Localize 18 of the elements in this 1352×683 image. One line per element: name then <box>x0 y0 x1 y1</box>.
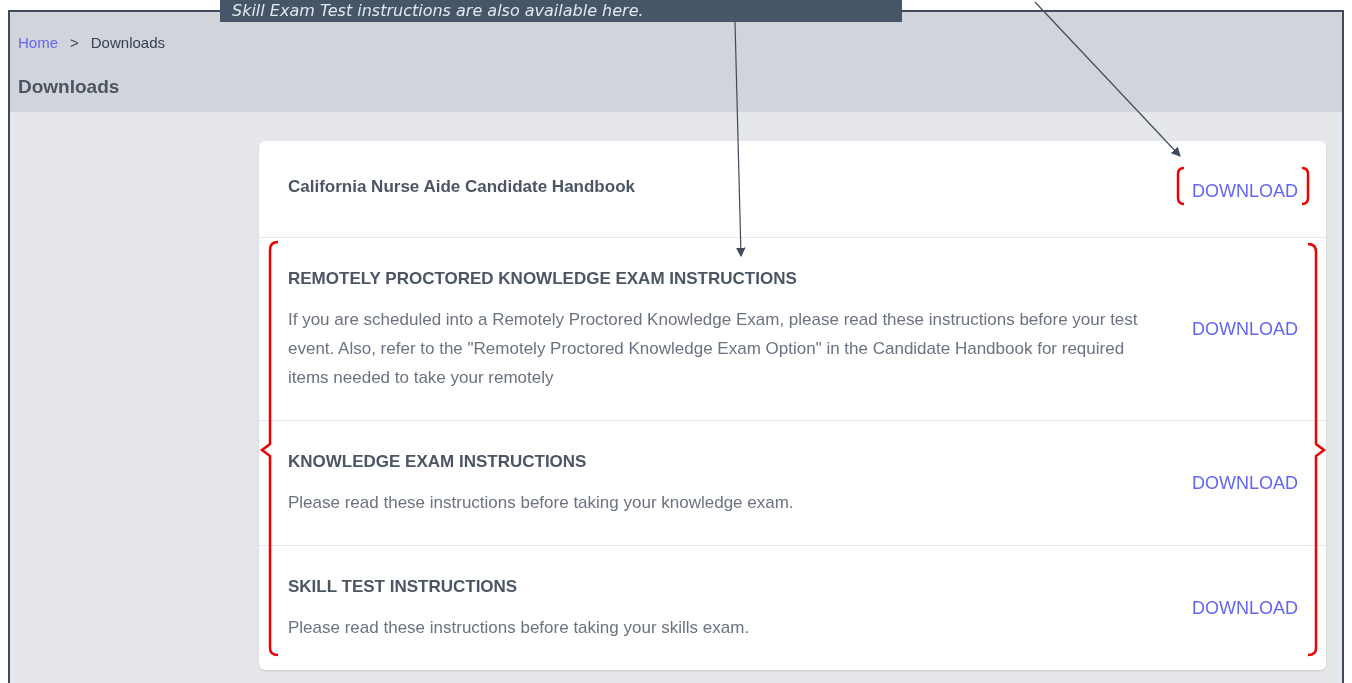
section-description: If you are scheduled into a Remotely Proctored Knowledge Exam, please read these instructions before your test event. Also, refer to the "Remotely Proctored Knowledge Exam Option" in the Candidate Handbook for required items needed to take your remotely <box>288 309 1139 390</box>
callout-text: Skill Exam Test instructions are also available here. <box>232 3 644 19</box>
breadcrumb-link[interactable]: Home <box>18 32 58 55</box>
breadcrumb-separator: > <box>70 33 79 53</box>
handbook-title: California Nurse Aide Candidate Handbook <box>288 176 636 198</box>
download-link[interactable]: DOWNLOAD <box>1192 315 1298 343</box>
download-link[interactable]: DOWNLOAD <box>1192 178 1298 205</box>
bracket-drawing <box>1301 166 1310 206</box>
section-heading: REMOTELY PROCTORED KNOWLEDGE EXAM INSTRUCTIONS <box>288 267 798 290</box>
section-heading: KNOWLEDGE EXAM INSTRUCTIONS <box>288 450 588 473</box>
section-description: Please read these instructions before taking your skills exam. <box>288 617 751 640</box>
page-title: Downloads <box>18 74 121 99</box>
download-link[interactable]: DOWNLOAD <box>1192 594 1298 622</box>
bracket-drawing <box>1176 166 1185 206</box>
section-heading: SKILL TEST INSTRUCTIONS <box>288 575 519 598</box>
breadcrumb-current: Downloads <box>90 33 165 53</box>
section-description: Please read these instructions before taking your knowledge exam. <box>288 492 795 515</box>
download-link[interactable]: DOWNLOAD <box>1192 469 1298 497</box>
